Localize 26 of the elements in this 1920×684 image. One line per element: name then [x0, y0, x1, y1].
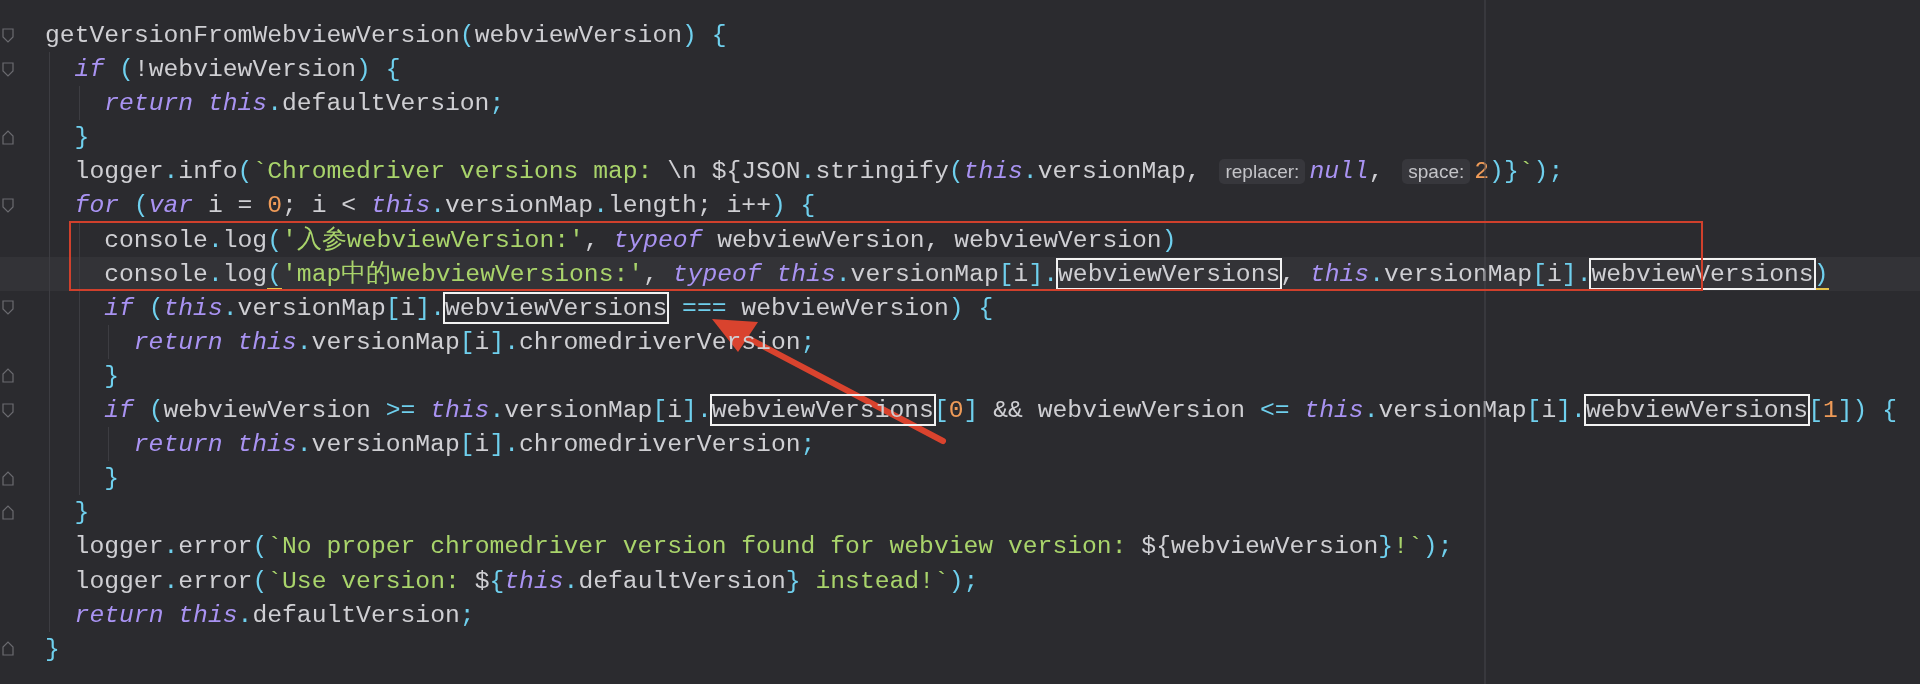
code-line: }	[104, 463, 119, 495]
code-line: return this.defaultVersion;	[104, 88, 505, 120]
code-line: logger.info(`Chromedriver versions map: \n ${JSON.stringify(this.versionMap, replacer: null, space: 2)}`);	[74, 155, 1564, 187]
fold-marker-icon[interactable]	[2, 129, 14, 145]
fold-marker-icon[interactable]	[2, 470, 14, 486]
fold-marker-icon[interactable]	[2, 198, 14, 213]
code-line: if (this.versionMap[i].webviewVersions === webviewVersion) {	[104, 292, 994, 324]
code-line: console.log('入参webviewVersion:', typeof webviewVersion, webviewVersion)	[104, 224, 1177, 256]
code-line: logger.error(`Use version: ${this.defaultVersion} instead!`);	[74, 565, 979, 597]
fold-marker-icon[interactable]	[2, 300, 14, 316]
code-line: return this.versionMap[i].chromedriverVersion;	[133, 429, 816, 461]
code-line: getVersionFromWebviewVersion(webviewVersion) {	[45, 20, 727, 51]
code-line: }	[74, 122, 90, 154]
fold-marker-icon[interactable]	[2, 402, 14, 418]
code-line: }	[104, 360, 119, 392]
code-line: if (!webviewVersion) {	[74, 54, 401, 86]
fold-marker-icon[interactable]	[2, 641, 14, 657]
code-line: for (var i = 0; i < this.versionMap.length; i++) {	[74, 190, 816, 222]
fold-marker-icon[interactable]	[2, 27, 14, 43]
code-line: }	[45, 633, 60, 665]
code-line: }	[74, 497, 90, 529]
code-line: logger.error(`No proper chromedriver version found for webview version: ${webviewVersion}!`);	[74, 531, 1453, 563]
fold-marker-icon[interactable]	[2, 504, 14, 520]
code-line: return this.defaultVersion;	[74, 599, 475, 631]
fold-marker-icon[interactable]	[2, 368, 14, 384]
fold-marker-icon[interactable]	[2, 61, 14, 77]
